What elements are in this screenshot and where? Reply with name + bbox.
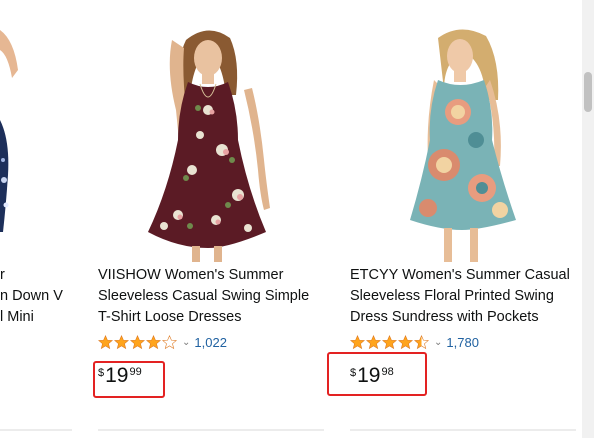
star-icon [366, 334, 381, 349]
star-icon [98, 334, 113, 349]
rating-row[interactable]: ⌄ 1,780 [350, 334, 479, 350]
star-icon [146, 334, 161, 349]
star-half-icon [414, 334, 429, 349]
title-line: T-Shirt Loose Dresses [98, 309, 242, 325]
product-image[interactable] [340, 0, 582, 262]
product-title[interactable]: ETCYY Women's Summer Casual Sleeveless F… [350, 265, 585, 328]
star-icon [130, 334, 145, 349]
title-line: Dress Sundress with Pockets [350, 309, 539, 325]
card-divider [350, 429, 576, 431]
dress-image [410, 29, 516, 262]
title-line: Sleeveless Casual Swing Simple [98, 288, 310, 304]
review-count-link[interactable]: 1,022 [194, 335, 227, 350]
dress-image-partial [0, 30, 18, 232]
price-highlight-box [327, 352, 427, 396]
chevron-down-icon[interactable]: ⌄ [182, 337, 190, 348]
product-image[interactable] [88, 0, 328, 262]
scrollbar-thumb[interactable] [584, 72, 592, 112]
product-title[interactable]: r n Down V l Mini [0, 265, 70, 328]
star-empty-icon [162, 334, 177, 349]
title-line: VIISHOW Women's Summer [98, 267, 284, 283]
chevron-down-icon[interactable]: ⌄ [434, 337, 442, 348]
price-highlight-box [93, 361, 165, 398]
star-rating[interactable] [350, 334, 429, 350]
star-icon [382, 334, 397, 349]
star-icon [350, 334, 365, 349]
card-divider [98, 429, 324, 431]
title-line: l Mini [0, 309, 34, 325]
card-divider [0, 429, 72, 431]
title-line: Sleeveless Floral Printed Swing [350, 288, 554, 304]
title-line: r [0, 267, 5, 283]
product-title[interactable]: VIISHOW Women's Summer Sleeveless Casual… [98, 265, 333, 328]
dress-image [148, 30, 270, 262]
review-count-link[interactable]: 1,780 [446, 335, 479, 350]
product-image[interactable] [0, 0, 20, 262]
title-line: ETCYY Women's Summer Casual [350, 267, 570, 283]
product-card-partial[interactable]: r n Down V l Mini [0, 0, 80, 438]
rating-row[interactable]: ⌄ 1,022 [98, 334, 227, 350]
star-icon [114, 334, 129, 349]
title-line: n Down V [0, 288, 63, 304]
star-icon [398, 334, 413, 349]
star-rating[interactable] [98, 334, 177, 350]
vertical-scrollbar[interactable] [582, 0, 594, 438]
